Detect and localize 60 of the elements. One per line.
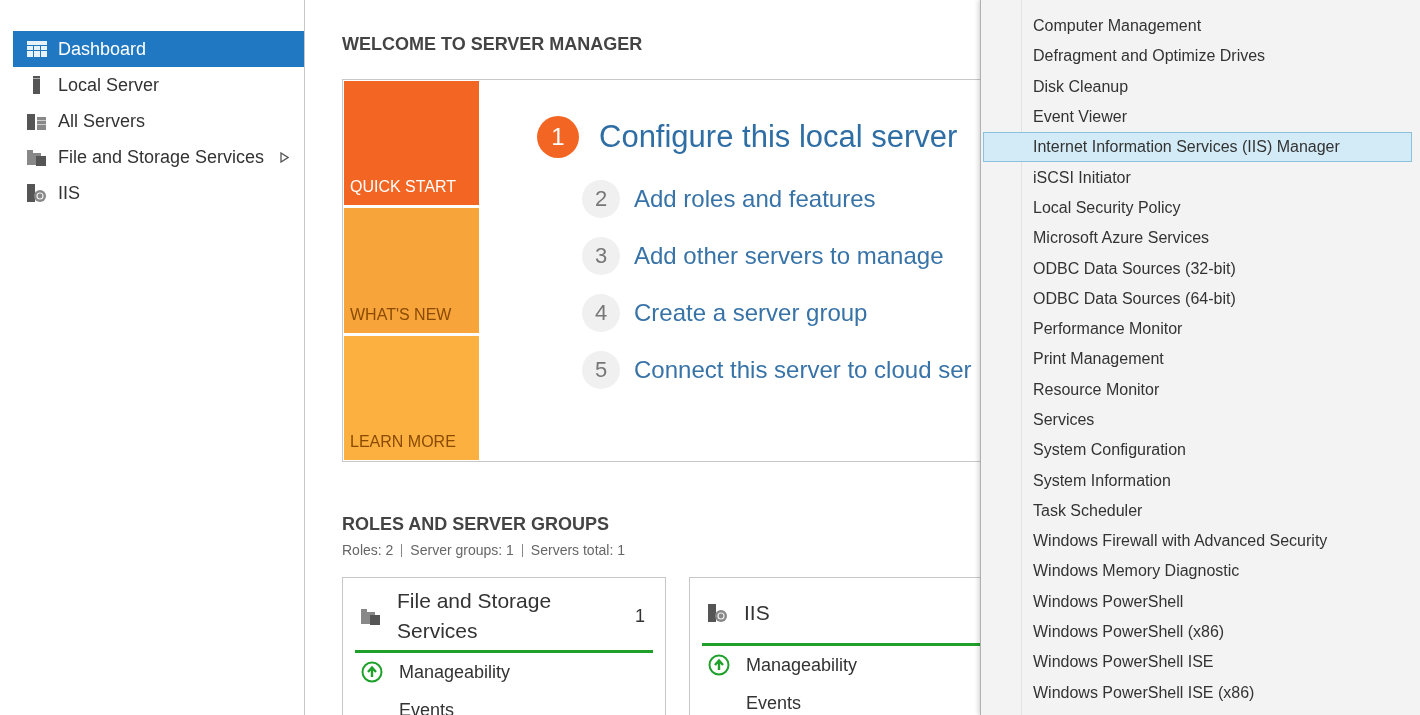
- card-title[interactable]: IIS: [744, 597, 980, 628]
- menu-item[interactable]: ODBC Data Sources (32-bit): [983, 253, 1412, 284]
- menu-item[interactable]: Windows Firewall with Advanced Security: [983, 526, 1412, 557]
- sidebar-item[interactable]: IIS: [13, 175, 304, 211]
- card-count: 1: [635, 604, 646, 628]
- sidebar-item[interactable]: Local Server: [13, 67, 304, 103]
- status-up-icon: [361, 661, 383, 683]
- menu-item[interactable]: Computer Management: [983, 11, 1412, 42]
- menu-item[interactable]: Windows PowerShell ISE (x86): [983, 677, 1412, 708]
- menu-item[interactable]: Task Scheduler: [983, 495, 1412, 527]
- step-number: 2: [582, 179, 620, 218]
- menu-item[interactable]: Resource Monitor: [983, 374, 1412, 405]
- summary-text: Servers total: 1: [530, 541, 625, 560]
- sidebar-item[interactable]: Dashboard: [13, 31, 304, 67]
- section-title: WELCOME TO SERVER MANAGER: [342, 33, 644, 56]
- menu-item[interactable]: Event Viewer: [983, 101, 1412, 133]
- menu-item[interactable]: Microsoft Azure Services: [983, 223, 1412, 254]
- menu-item[interactable]: Performance Monitor: [983, 313, 1412, 345]
- card-title[interactable]: File and Storage Services: [397, 586, 619, 646]
- file-storage-icon: [27, 148, 47, 166]
- card-row-label[interactable]: Manageability: [746, 651, 858, 679]
- menu-item[interactable]: Defragment and Optimize Drives: [983, 41, 1412, 72]
- step-link[interactable]: Add other servers to manage: [634, 237, 944, 274]
- section-title: ROLES AND SERVER GROUPS: [342, 513, 611, 536]
- iis-icon: [27, 184, 47, 202]
- quick-start-tile[interactable]: LEARN MORE: [344, 335, 479, 460]
- menu-item[interactable]: Windows PowerShell (x86): [983, 616, 1412, 648]
- expand-arrow-icon[interactable]: [280, 151, 290, 163]
- menu-item[interactable]: Windows Memory Diagnostic: [983, 556, 1412, 587]
- menu-item[interactable]: ODBC Data Sources (64-bit): [983, 283, 1412, 314]
- file-storage-icon: [361, 607, 381, 625]
- step-number: 1: [537, 116, 579, 159]
- menu-item[interactable]: System Configuration: [983, 435, 1412, 466]
- step-link[interactable]: Configure this local server: [599, 114, 958, 161]
- step-number: 4: [582, 293, 620, 332]
- dashboard-icon: [27, 41, 47, 57]
- sidebar-item[interactable]: File and Storage Services: [13, 139, 304, 175]
- summary-text: Server groups: 1: [410, 541, 514, 560]
- status-up-icon: [708, 654, 730, 676]
- iis-icon: [708, 603, 728, 622]
- servers-icon: [27, 112, 47, 130]
- summary-text: Roles: 2: [342, 541, 394, 560]
- step-link[interactable]: Connect this server to cloud ser: [634, 351, 972, 388]
- menu-item[interactable]: Local Security Policy: [983, 192, 1412, 224]
- menu-item[interactable]: Disk Cleanup: [983, 71, 1412, 102]
- menu-item[interactable]: Internet Information Services (IIS) Manager: [983, 132, 1412, 163]
- step-link[interactable]: Add roles and features: [634, 180, 876, 217]
- step-number: 5: [582, 350, 620, 389]
- menu-item[interactable]: System Information: [983, 465, 1412, 496]
- step-link[interactable]: Create a server group: [634, 294, 868, 331]
- menu-item[interactable]: iSCSI Initiator: [983, 162, 1412, 193]
- step-number: 3: [582, 236, 620, 275]
- menu-item[interactable]: Print Management: [983, 344, 1412, 375]
- card-row-label[interactable]: Events: [399, 696, 455, 715]
- card-row-label[interactable]: Events: [746, 689, 802, 715]
- sidebar-item[interactable]: All Servers: [13, 103, 304, 139]
- menu-item[interactable]: Services: [983, 404, 1412, 436]
- menu-item[interactable]: Windows PowerShell: [983, 586, 1412, 617]
- card-row-label[interactable]: Manageability: [399, 658, 511, 686]
- menu-item[interactable]: Windows PowerShell ISE: [983, 647, 1412, 678]
